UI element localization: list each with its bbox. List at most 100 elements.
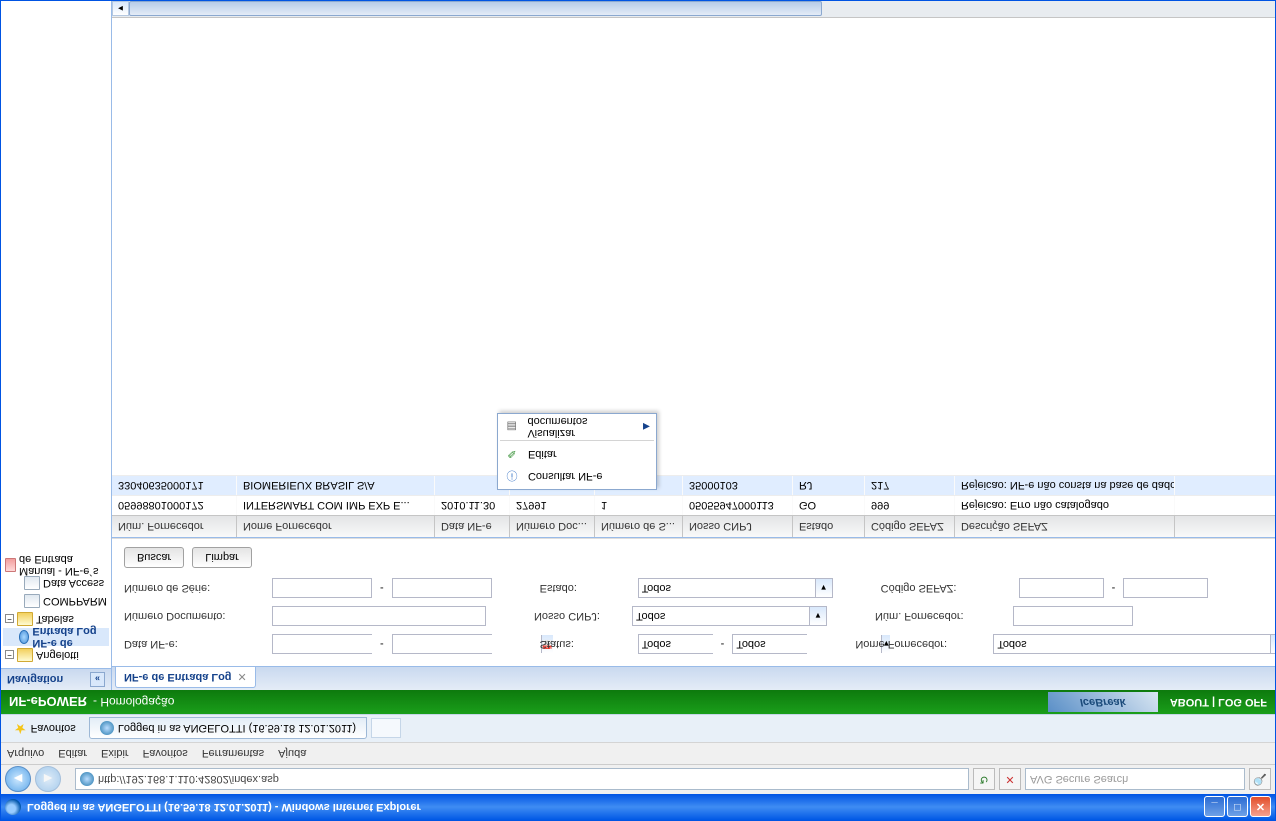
col-num-fornecedor[interactable]: Núm. Fornecedor [112,516,237,537]
col-codigo-sefaz[interactable]: Código SEFAZ [865,516,955,537]
search-input[interactable]: AVG Secure Search [1025,769,1245,791]
tree-label: Manual - NF-e´s de Entrada [19,553,107,577]
favorites-label: Favoritos [31,723,76,735]
col-data-nfe[interactable]: Data NF-e [435,516,510,537]
horizontal-scrollbar[interactable]: ◄ ► [112,1,1275,18]
window-close-button[interactable]: ✕ [1250,797,1271,818]
col-nosso-cnpj[interactable]: Nosso CNPJ [683,516,793,537]
tab-globe-icon [100,722,114,736]
edit-icon: ✎ [504,446,520,462]
label-nosso-cnpj: Nosso CNPJ: [534,610,624,622]
menu-ferramentas[interactable]: Ferramentas [202,748,264,760]
cell: 33040635000171 [112,476,237,495]
url-text: http://192.168.1.110:42802/index.asp [98,774,279,786]
menu-ajuda[interactable]: Ajuda [278,748,306,760]
app-links[interactable]: ABOUT | LOG OFF [1170,696,1267,708]
data-nfe-from-input[interactable]: 📅 [272,634,372,654]
tree-item-manual[interactable]: Manual - NF-e´s de Entrada [3,556,109,574]
menu-arquivo[interactable]: Arquivo [7,748,44,760]
cell: 35000103 [683,476,793,495]
menu-editar[interactable]: ✎ Editar [500,443,654,465]
browser-tab[interactable]: Logged in as ANGELOTTI (16.59.18 12.01.2… [89,718,367,740]
forward-button[interactable]: ► [35,767,61,793]
search-go-button[interactable]: 🔍 [1249,769,1271,791]
window-minimize-button[interactable]: _ [1204,797,1225,818]
cell: Rejeicao: Erro não catalogado [955,496,1175,515]
tree-toggle-icon[interactable]: − [5,615,14,624]
buscar-button[interactable]: Buscar [124,547,184,568]
num-fornecedor-input[interactable] [1013,606,1133,626]
collapse-nav-button[interactable]: « [90,672,105,687]
tree-label: NF-e de Entrada Log [32,625,107,649]
chevron-down-icon[interactable]: ▼ [815,579,832,597]
dash: - [380,638,384,650]
filter-form: Data NF-e: 📅 - 📅 Status: ▼ - ▼ Nome Forn… [112,538,1275,666]
address-bar: ◄ ► http://192.168.1.110:42802/index.asp… [1,764,1275,794]
menu-exibir[interactable]: Exibir [101,748,129,760]
nosso-cnpj-combo[interactable]: ▼ [632,606,827,626]
tree-item-nfe-entrada-log[interactable]: NF-e de Entrada Log [3,628,109,646]
label-data-nfe: Data NF-e: [124,638,264,650]
folder-icon [17,648,33,662]
stop-button[interactable]: ✕ [999,769,1021,791]
new-tab-button[interactable] [371,719,401,739]
label-numero-doc: Número Documento: [124,610,264,622]
grid-header: Núm. Fornecedor Nome Fornecedor Data NF-… [112,515,1275,537]
label-nome-fornecedor: Nome Fornecedor: [855,638,985,650]
results-grid: Núm. Fornecedor Nome Fornecedor Data NF-… [112,1,1275,538]
dash: - [721,638,725,650]
cell: INTERSMART COM IMP EXP E... [237,496,435,515]
col-nome-fornecedor[interactable]: Nome Fornecedor [237,516,435,537]
data-nfe-to-input[interactable]: 📅 [392,634,492,654]
grid-row[interactable]: 05998801000172 INTERSMART COM IMP EXP E.… [112,495,1275,515]
chevron-down-icon[interactable]: ▼ [1270,635,1275,653]
codigo-sefaz-to-input[interactable] [1123,578,1208,598]
estado-combo[interactable]: ▼ [638,578,833,598]
col-numero-serie[interactable]: Número de S... [595,516,683,537]
tree-toggle-icon[interactable]: − [5,651,14,660]
document-icon [24,576,40,590]
numero-serie-from-input[interactable] [272,578,372,598]
menu-editar[interactable]: Editar [58,748,87,760]
status-from-combo[interactable]: ▼ [638,634,713,654]
selected-node-icon [19,630,29,644]
grid-body: 05998801000172 INTERSMART COM IMP EXP E.… [112,267,1275,516]
window-titlebar: Logged in as ANGELOTTI (16.59.18 12.01.2… [1,794,1275,820]
scroll-thumb[interactable] [129,2,822,17]
grid-row[interactable]: 33040635000171 BIOMERIEUX BRASIL S/A 238… [112,475,1275,495]
chevron-down-icon[interactable]: ▼ [809,607,826,625]
cell: RJ [793,476,865,495]
status-to-combo[interactable]: ▼ [732,634,807,654]
document-icon [5,558,16,572]
col-estado[interactable]: Estado [793,516,865,537]
url-input[interactable]: http://192.168.1.110:42802/index.asp [75,769,969,791]
dash: - [1112,582,1116,594]
menu-separator [500,440,654,441]
numero-serie-to-input[interactable] [392,578,492,598]
tab-close-icon[interactable]: ✕ [238,671,247,684]
search-placeholder: AVG Secure Search [1030,774,1128,786]
scroll-left-button[interactable]: ◄ [112,2,129,17]
scroll-track[interactable] [129,2,1275,17]
refresh-button[interactable]: ↻ [973,769,995,791]
col-numero-doc[interactable]: Número Doc... [510,516,595,537]
codigo-sefaz-from-input[interactable] [1019,578,1104,598]
col-descricao-sefaz[interactable]: Descrição SEFAZ [955,516,1175,537]
tree-label: Tabelas [36,613,74,625]
tree-item-compparm[interactable]: COMPPARM [3,592,109,610]
back-button[interactable]: ◄ [5,767,31,793]
limpar-button[interactable]: Limpar [192,547,252,568]
window-maximize-button[interactable]: □ [1227,797,1248,818]
menu-favoritos[interactable]: Favoritos [143,748,188,760]
menu-consultar-nfe[interactable]: ⓘ Consultar NF-e [500,465,654,487]
favorites-button[interactable]: ★ Favoritos [5,718,85,740]
app-brand: NF-ePOWER [9,695,87,710]
document-icon: ▤ [504,419,520,435]
tab-nfe-entrada-log[interactable]: NF-e de Entrada Log ✕ [115,667,256,688]
menu-visualizar-documentos[interactable]: ▤ Visualizar documentos ▶ [500,416,654,438]
nome-fornecedor-combo[interactable]: ▼ [993,634,1275,654]
label-estado: Estado: [540,582,630,594]
menu-label: Visualizar documentos [528,415,636,439]
numero-doc-input[interactable] [272,606,486,626]
label-status: Status: [540,638,630,650]
